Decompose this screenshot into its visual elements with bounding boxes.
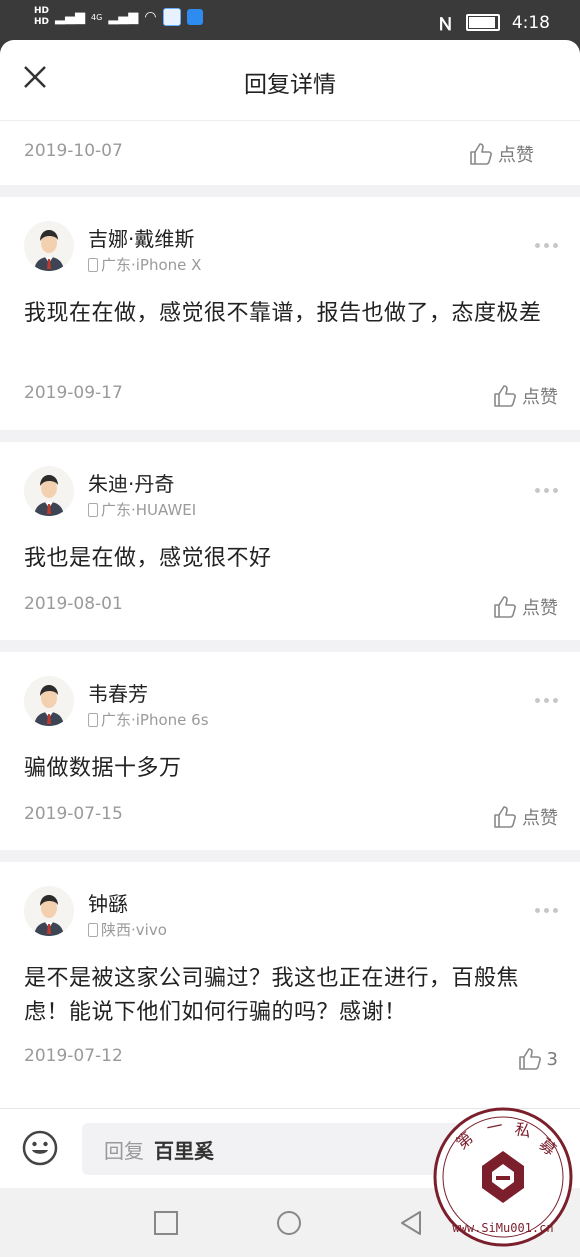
divider (0, 640, 580, 652)
more-options-icon[interactable] (535, 243, 558, 248)
comment-card: 吉娜·戴维斯 广东·iPhone X 我现在在做，感觉很不靠谱，报告也做了，态度… (0, 197, 580, 430)
user-avatar-icon (24, 221, 74, 271)
comment-card: 钟繇 陕西·vivo 是不是被这家公司骗过？我这也正在进行，百般焦虑！能说下他们… (0, 862, 580, 1102)
comment-text: 我也是在做，感觉很不好 (24, 546, 272, 571)
comment-text: 是不是被这家公司骗过？我这也正在进行，百般焦虑！能说下他们如何行骗的吗？感谢！ (24, 966, 520, 1025)
divider (0, 850, 580, 862)
user-name[interactable]: 韦春芳 (88, 678, 148, 707)
back-icon[interactable] (398, 1210, 424, 1236)
thumbs-up-icon (494, 596, 516, 618)
avatar[interactable] (24, 886, 74, 936)
user-name[interactable]: 钟繇 (88, 888, 128, 917)
user-avatar-icon (24, 466, 74, 516)
page-title: 回复详情 (244, 72, 336, 98)
more-options-icon[interactable] (535, 908, 558, 913)
like-button[interactable]: 点赞 (492, 804, 558, 830)
signal-icon: ▂▄▆ (55, 9, 86, 25)
device-info: 广东·iPhone X (88, 254, 201, 275)
like-button[interactable]: 3 (517, 1046, 558, 1072)
hd-label: HD (34, 6, 50, 16)
status-left: HD HD ▂▄▆ 4G ▂▄▆ ◠ (34, 6, 203, 28)
svg-text:www.SiMu001.cn: www.SiMu001.cn (452, 1221, 553, 1235)
like-label: 点赞 (498, 145, 534, 166)
emoji-icon[interactable] (22, 1130, 58, 1166)
app-notification-icon (162, 8, 181, 26)
avatar[interactable] (24, 221, 74, 271)
comment-text: 骗做数据十多万 (24, 756, 182, 781)
comment-date: 2019-07-12 (24, 1046, 123, 1066)
comment-date: 2019-09-17 (24, 383, 123, 403)
comment-text: 我现在在做，感觉很不靠谱，报告也做了，态度极差 (24, 301, 542, 326)
divider (0, 430, 580, 442)
avatar[interactable] (24, 466, 74, 516)
network-label: 4G (91, 12, 103, 22)
like-button[interactable]: 点赞 (468, 141, 534, 167)
phone-icon (88, 502, 98, 517)
phone-icon (88, 712, 98, 727)
avatar[interactable] (24, 676, 74, 726)
divider (0, 185, 580, 197)
device-label: 广东·iPhone X (101, 256, 202, 274)
like-count: 3 (546, 1048, 558, 1070)
signal-icon-2: ▂▄▆ (108, 9, 139, 25)
thumbs-up-icon (494, 385, 516, 407)
like-label: 点赞 (522, 387, 558, 408)
hd-label-2: HD (34, 17, 50, 27)
comment-footer: 2019-09-17 点赞 (24, 383, 580, 417)
user-name[interactable]: 朱迪·丹奇 (88, 468, 174, 497)
status-bar: HD HD ▂▄▆ 4G ▂▄▆ ◠ Ｎ 4:18 (0, 0, 580, 40)
phone-icon (88, 922, 98, 937)
device-info: 广东·HUAWEI (88, 499, 196, 520)
device-label: 陕西·vivo (101, 921, 167, 939)
wifi-icon: ◠ (144, 9, 157, 25)
device-label: 广东·HUAWEI (101, 501, 197, 519)
top-reply-footer: 2019-10-07 点赞 (24, 141, 556, 175)
reply-detail-sheet: 回复详情 2019-10-07 点赞 吉娜·戴维斯 广东·iPhone X 我现… (0, 40, 580, 1257)
reply-date: 2019-10-07 (24, 141, 123, 161)
header: 回复详情 (0, 40, 580, 121)
recent-apps-icon[interactable] (153, 1210, 179, 1236)
user-avatar-icon (24, 676, 74, 726)
phone-icon (88, 257, 98, 272)
user-avatar-icon (24, 886, 74, 936)
top-reply: 2019-10-07 点赞 (0, 121, 580, 185)
thumbs-up-icon (518, 1048, 541, 1070)
battery-icon (465, 14, 500, 31)
comment-card: 韦春芳 广东·iPhone 6s 骗做数据十多万 2019-07-15 点赞 (0, 652, 580, 850)
more-options-icon[interactable] (535, 488, 558, 493)
comment-date: 2019-07-15 (24, 804, 123, 824)
user-name[interactable]: 吉娜·戴维斯 (88, 223, 194, 252)
like-button[interactable]: 点赞 (492, 383, 558, 409)
more-options-icon[interactable] (535, 698, 558, 703)
device-label: 广东·iPhone 6s (101, 711, 209, 729)
watermark-seal: 第 一 私 募 www.SiMu001.cn (433, 1107, 573, 1247)
device-info: 陕西·vivo (88, 919, 167, 940)
app-notification-icon-2 (186, 9, 203, 25)
hd-indicator: HD HD (34, 6, 49, 28)
reply-target: 百里奚 (154, 1138, 214, 1163)
comment-footer: 2019-08-01 点赞 (24, 594, 580, 628)
comment-card: 朱迪·丹奇 广东·HUAWEI 我也是在做，感觉很不好 2019-08-01 点… (0, 442, 580, 640)
comment-footer: 2019-07-12 3 (24, 1046, 580, 1080)
comment-date: 2019-08-01 (24, 594, 123, 614)
clock: 4:18 (511, 12, 550, 33)
nfc-icon: Ｎ (436, 15, 454, 35)
status-right: Ｎ 4:18 (436, 10, 550, 36)
reply-prefix: 回复 (104, 1138, 144, 1163)
home-icon[interactable] (276, 1210, 302, 1236)
thumbs-up-icon (470, 143, 492, 165)
thumbs-up-icon (494, 806, 516, 828)
comment-footer: 2019-07-15 点赞 (24, 804, 580, 838)
like-button[interactable]: 点赞 (492, 594, 558, 620)
like-label: 点赞 (522, 598, 558, 619)
like-label: 点赞 (522, 808, 558, 829)
device-info: 广东·iPhone 6s (88, 709, 209, 730)
